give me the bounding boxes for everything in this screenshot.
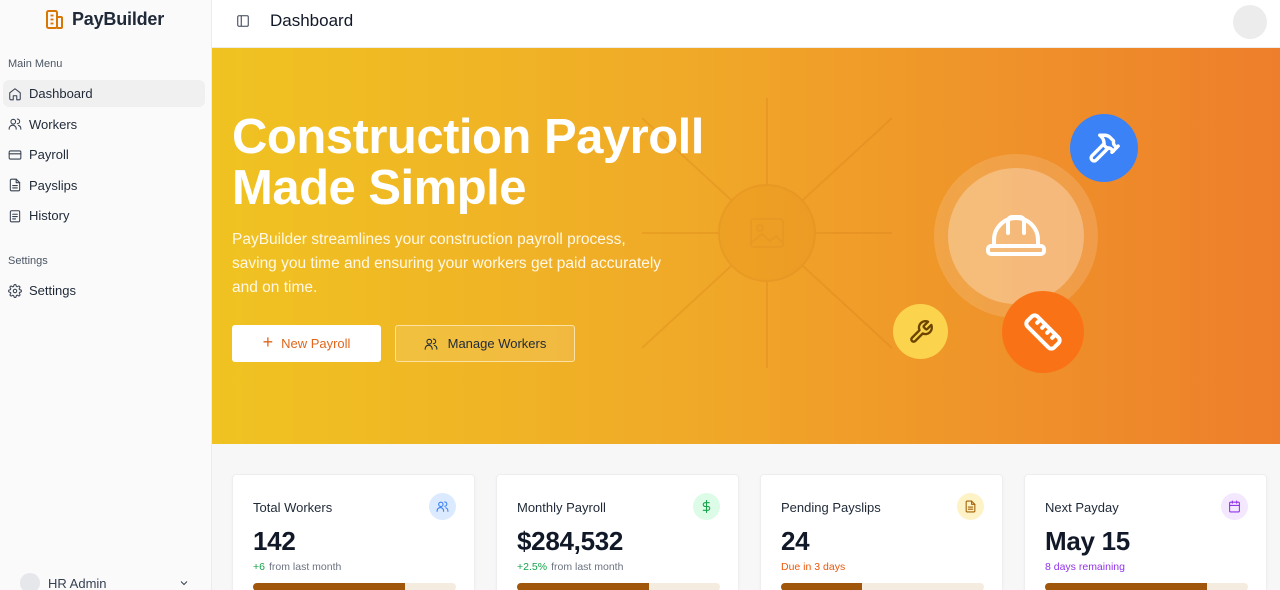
ruler-bubble	[1002, 291, 1084, 373]
sidebar-item-label: Workers	[29, 116, 78, 132]
users-icon	[8, 118, 22, 130]
stat-progress-fill	[1045, 583, 1208, 590]
header-avatar[interactable]	[1233, 5, 1267, 39]
stat-subtext: +2.5% from last month	[517, 561, 623, 573]
brand[interactable]: PayBuilder	[44, 8, 164, 30]
stat-note: from last month	[268, 561, 342, 573]
file-icon	[965, 500, 976, 513]
stat-title: Pending Payslips	[781, 500, 881, 515]
main-nav: Dashboard Workers Payroll Payslips Histo…	[3, 80, 205, 233]
sidebar-item-label: Dashboard	[29, 86, 93, 101]
stat-icon-badge	[429, 493, 456, 520]
stat-title: Total Workers	[253, 500, 333, 515]
stats-cards: Total Workers 142 +6 from last month Mont…	[232, 474, 1272, 590]
stat-title: Monthly Payroll	[517, 500, 606, 515]
hero-illustration	[948, 168, 1084, 304]
stat-card-monthly-payroll[interactable]: Monthly Payroll $284,532 +2.5% from last …	[496, 474, 739, 590]
sidebar-item-history[interactable]: History	[3, 202, 205, 229]
stat-progress-fill	[253, 583, 406, 590]
top-header: Dashboard	[212, 0, 1280, 48]
stat-delta: +2.5%	[517, 561, 548, 573]
manage-workers-button[interactable]: Manage Workers	[395, 325, 575, 362]
user-menu[interactable]: HR Admin	[20, 573, 190, 590]
hero-title: Construction Payroll Made Simple	[232, 110, 704, 215]
wrench-icon	[909, 319, 933, 343]
credit-card-icon	[8, 149, 22, 160]
avatar	[20, 573, 40, 590]
stat-card-total-workers[interactable]: Total Workers 142 +6 from last month	[232, 474, 475, 590]
stat-note: 8 days remaining	[1045, 561, 1125, 573]
wrench-bubble	[893, 304, 948, 359]
stat-icon-badge	[1221, 493, 1248, 520]
stat-card-next-payday[interactable]: Next Payday May 15 8 days remaining	[1024, 474, 1267, 590]
stat-title: Next Payday	[1045, 500, 1119, 515]
sidebar-item-dashboard[interactable]: Dashboard	[3, 80, 205, 107]
main-menu-label: Main Menu	[8, 58, 63, 70]
plus-icon: +	[262, 332, 274, 352]
settings-section-label: Settings	[8, 255, 48, 267]
sidebar-item-label: Payroll	[29, 147, 69, 162]
ruler-icon	[1024, 313, 1062, 351]
user-name: HR Admin	[48, 575, 107, 590]
stat-progress-fill	[781, 583, 863, 590]
stat-icon-badge	[957, 493, 984, 520]
building-icon	[46, 10, 63, 29]
settings-nav: Settings	[3, 277, 205, 308]
stat-card-pending-payslips[interactable]: Pending Payslips 24 Due in 3 days	[760, 474, 1003, 590]
manage-workers-label: Manage Workers	[447, 336, 547, 351]
chevron-down-icon	[180, 581, 188, 586]
sidebar: PayBuilder Main Menu Dashboard Workers P…	[0, 0, 212, 590]
stat-value: 24	[781, 526, 810, 556]
hammer-bubble	[1070, 114, 1138, 182]
dollar-icon	[702, 500, 711, 513]
users-icon	[424, 338, 437, 350]
new-payroll-button[interactable]: + New Payroll	[232, 325, 381, 362]
new-payroll-label: New Payroll	[281, 336, 351, 351]
home-icon	[9, 87, 21, 100]
stat-progress-bar	[517, 583, 720, 590]
stat-value: 142	[253, 526, 296, 556]
sidebar-item-label: History	[29, 208, 70, 223]
page-title: Dashboard	[270, 11, 354, 30]
sidebar-item-label: Settings	[29, 283, 76, 298]
stat-subtext: Due in 3 days	[781, 561, 845, 573]
users-icon	[436, 501, 449, 512]
sidebar-panel-icon	[237, 15, 249, 27]
stat-subtext: 8 days remaining	[1045, 561, 1125, 573]
gear-icon	[8, 283, 22, 298]
brand-name: PayBuilder	[72, 8, 165, 29]
stat-note: from last month	[551, 561, 624, 573]
sidebar-toggle-button[interactable]	[236, 14, 252, 30]
stat-progress-fill	[517, 583, 649, 590]
sidebar-item-payroll[interactable]: Payroll	[3, 141, 205, 168]
sidebar-item-label: Payslips	[29, 177, 78, 193]
stat-value: $284,532	[517, 526, 624, 556]
sidebar-item-payslips[interactable]: Payslips	[3, 172, 205, 199]
calendar-icon	[1229, 500, 1240, 513]
stat-icon-badge	[693, 493, 720, 520]
hero-subtitle: PayBuilder streamlines your construction…	[232, 231, 662, 296]
sidebar-item-workers[interactable]: Workers	[3, 111, 205, 138]
file-text-icon	[9, 178, 21, 192]
stat-progress-bar	[253, 583, 456, 590]
hard-hat-icon	[986, 215, 1046, 256]
stat-progress-bar	[1045, 583, 1248, 590]
stat-subtext: +6 from last month	[253, 561, 341, 573]
stat-note: Due in 3 days	[781, 561, 846, 573]
stat-value: May 15	[1045, 526, 1130, 556]
stat-progress-bar	[781, 583, 984, 590]
sidebar-item-settings[interactable]: Settings	[3, 277, 205, 304]
clipboard-list-icon	[9, 209, 21, 222]
hero-banner: Construction Payroll Made Simple PayBuil…	[212, 48, 1280, 444]
stat-delta: +6	[253, 561, 265, 573]
hammer-icon	[1089, 133, 1120, 163]
